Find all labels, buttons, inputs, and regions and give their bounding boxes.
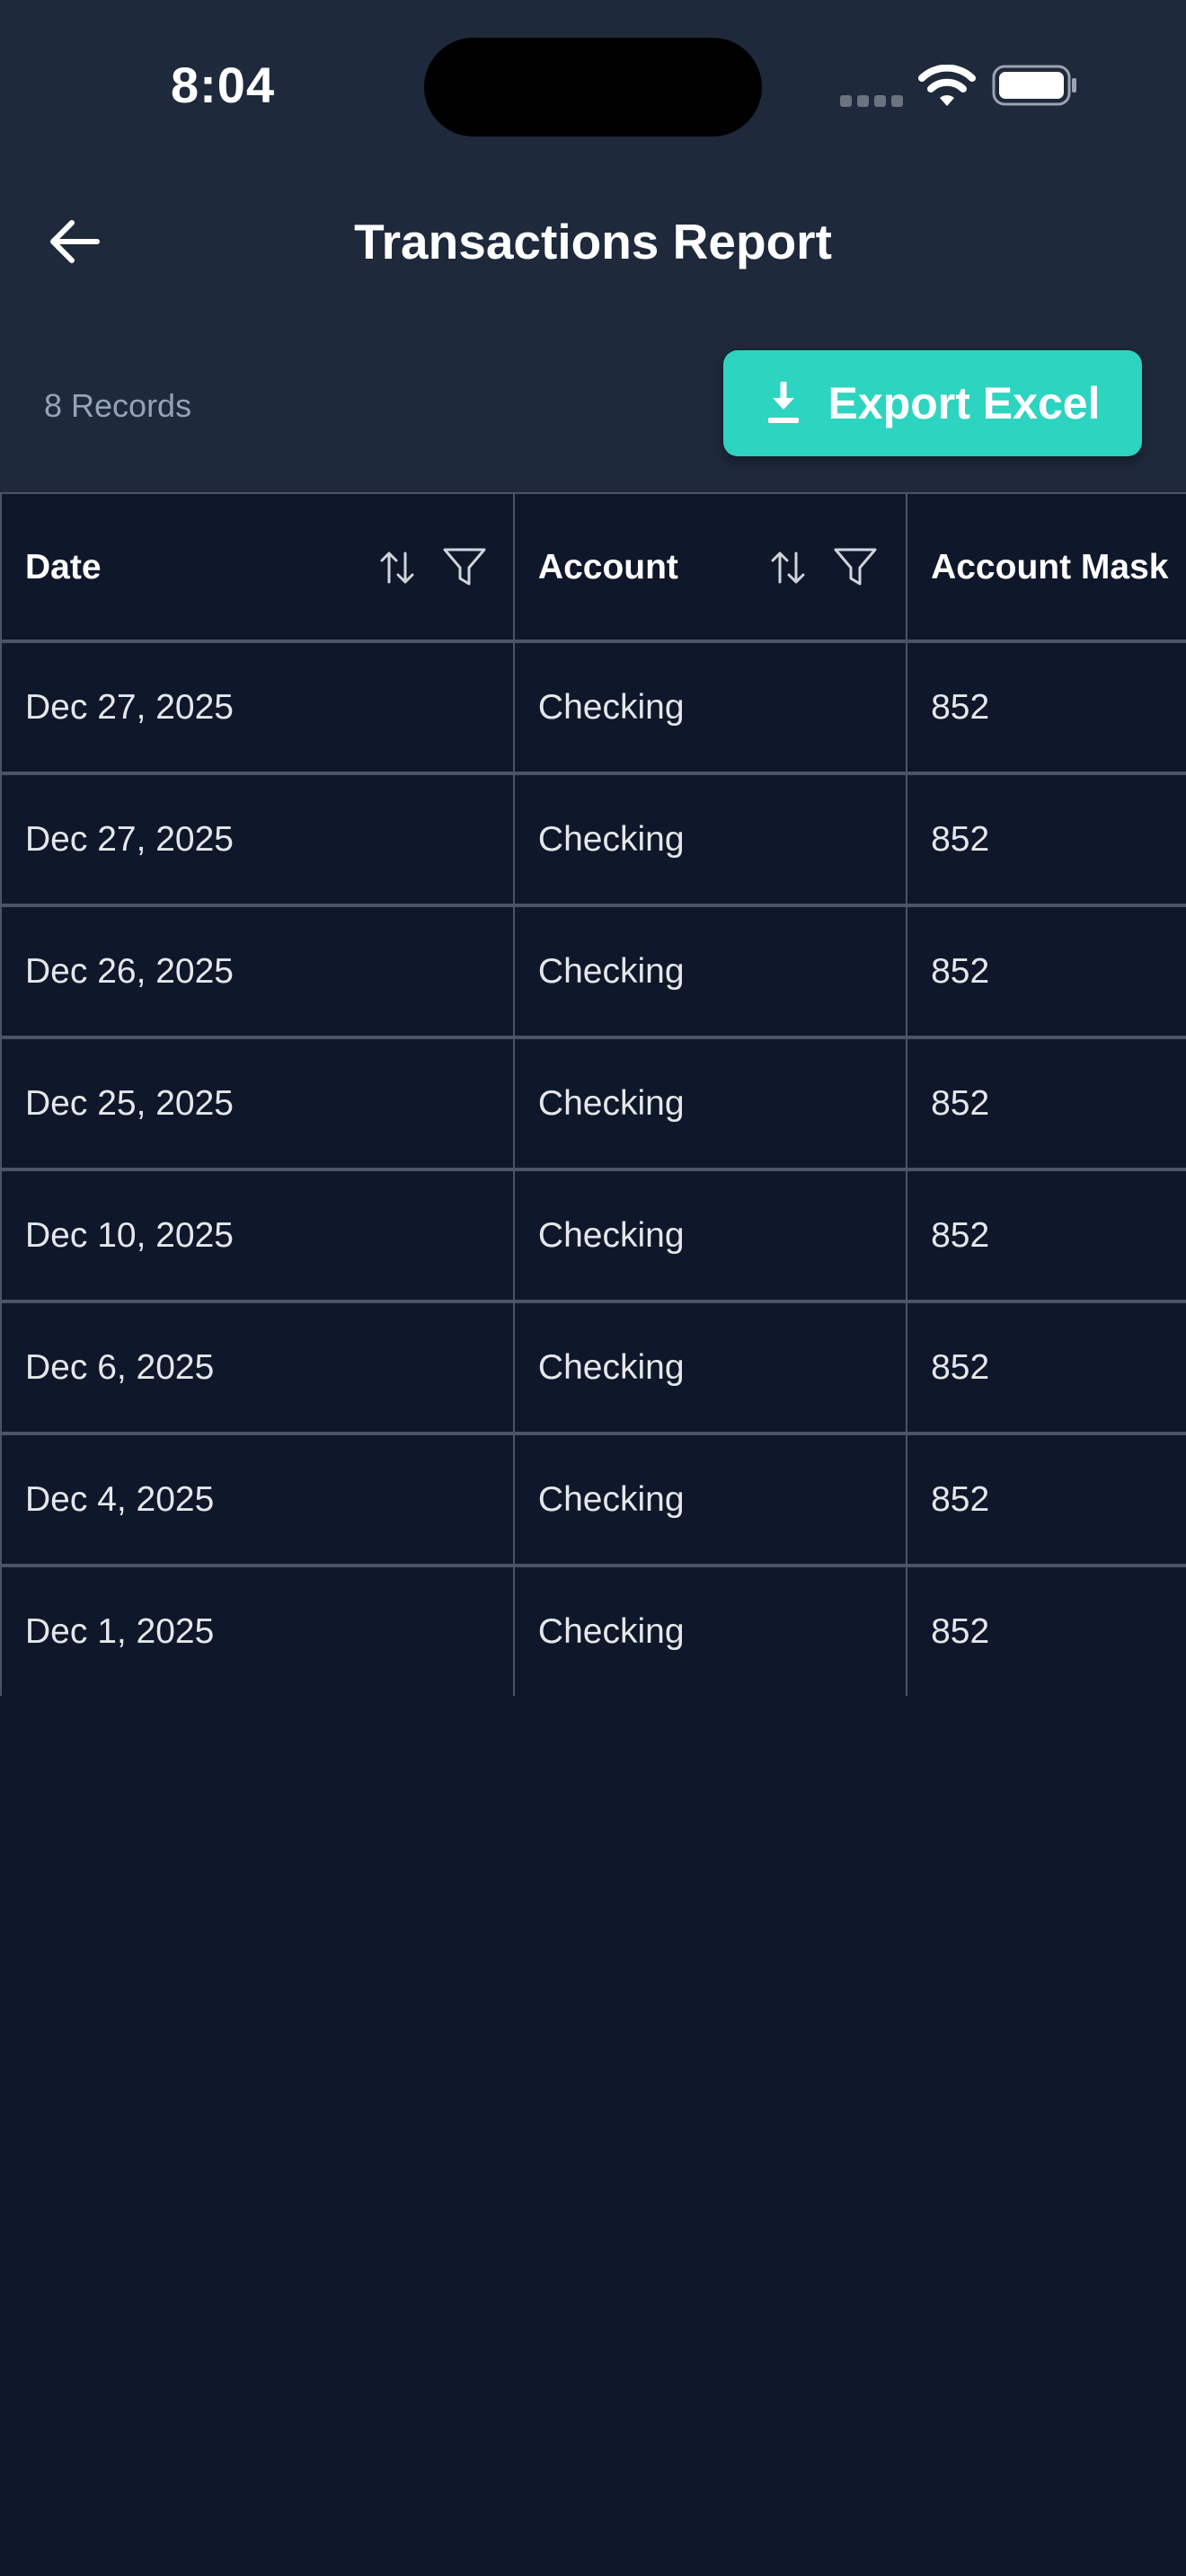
- account-mask-cell: 852: [906, 904, 1186, 1039]
- records-count: 8 Records: [44, 387, 192, 424]
- account-mask-cell: 852: [906, 1300, 1186, 1435]
- account-mask-cell: 852: [906, 640, 1186, 775]
- dynamic-island: [424, 38, 762, 137]
- account-mask-cell: 852: [906, 772, 1186, 907]
- top-bar: 8:04 Transactions Report 8 Records Expor…: [0, 0, 1186, 492]
- battery-icon: [992, 65, 1076, 106]
- account-cell: Checking: [512, 1564, 908, 1696]
- status-time: 8:04: [171, 57, 276, 113]
- column-header-label: Date: [25, 548, 102, 587]
- column-header-account-mask: Account Mask: [906, 492, 1186, 643]
- sort-icon[interactable]: [768, 548, 808, 587]
- table-row[interactable]: Dec 25, 2025 Checking 852: [0, 1036, 1186, 1171]
- transactions-table: Date Account Account Mask Dec 27, 2025 C…: [0, 492, 1186, 1696]
- date-cell: Dec 6, 2025: [0, 1300, 515, 1435]
- column-header-date: Date: [0, 492, 515, 643]
- account-cell: Checking: [512, 904, 908, 1039]
- table-row[interactable]: Dec 27, 2025 Checking 852: [0, 772, 1186, 907]
- export-excel-label: Export Excel: [828, 378, 1101, 428]
- account-cell: Checking: [512, 640, 908, 775]
- account-cell: Checking: [512, 1168, 908, 1303]
- account-cell: Checking: [512, 1432, 908, 1567]
- account-cell: Checking: [512, 1036, 908, 1171]
- wifi-icon: [918, 65, 976, 106]
- date-cell: Dec 25, 2025: [0, 1036, 515, 1171]
- account-cell: Checking: [512, 772, 908, 907]
- table-row[interactable]: Dec 4, 2025 Checking 852: [0, 1432, 1186, 1567]
- table-row[interactable]: Dec 6, 2025 Checking 852: [0, 1300, 1186, 1435]
- date-cell: Dec 1, 2025: [0, 1564, 515, 1696]
- table-row[interactable]: Dec 10, 2025 Checking 852: [0, 1168, 1186, 1303]
- column-header-label: Account: [537, 548, 678, 587]
- filter-icon[interactable]: [442, 546, 487, 589]
- filter-icon[interactable]: [833, 546, 878, 589]
- export-excel-button[interactable]: Export Excel: [723, 350, 1142, 456]
- date-cell: Dec 4, 2025: [0, 1432, 515, 1567]
- sort-icon[interactable]: [377, 548, 417, 587]
- page-title: Transactions Report: [354, 214, 832, 269]
- account-cell: Checking: [512, 1300, 908, 1435]
- date-cell: Dec 26, 2025: [0, 904, 515, 1039]
- cellular-signal-icon: [840, 95, 903, 108]
- table-header-row: Date Account Account Mask: [0, 492, 1186, 643]
- account-mask-cell: 852: [906, 1432, 1186, 1567]
- download-icon: [767, 382, 799, 423]
- date-cell: Dec 27, 2025: [0, 772, 515, 907]
- account-mask-cell: 852: [906, 1564, 1186, 1696]
- table-row[interactable]: Dec 26, 2025 Checking 852: [0, 904, 1186, 1039]
- column-header-account: Account: [512, 492, 908, 643]
- account-mask-cell: 852: [906, 1036, 1186, 1171]
- date-cell: Dec 27, 2025: [0, 640, 515, 775]
- date-cell: Dec 10, 2025: [0, 1168, 515, 1303]
- column-header-label: Account Mask: [931, 548, 1169, 587]
- table-row[interactable]: Dec 1, 2025 Checking 852: [0, 1564, 1186, 1696]
- table-row[interactable]: Dec 27, 2025 Checking 852: [0, 640, 1186, 775]
- account-mask-cell: 852: [906, 1168, 1186, 1303]
